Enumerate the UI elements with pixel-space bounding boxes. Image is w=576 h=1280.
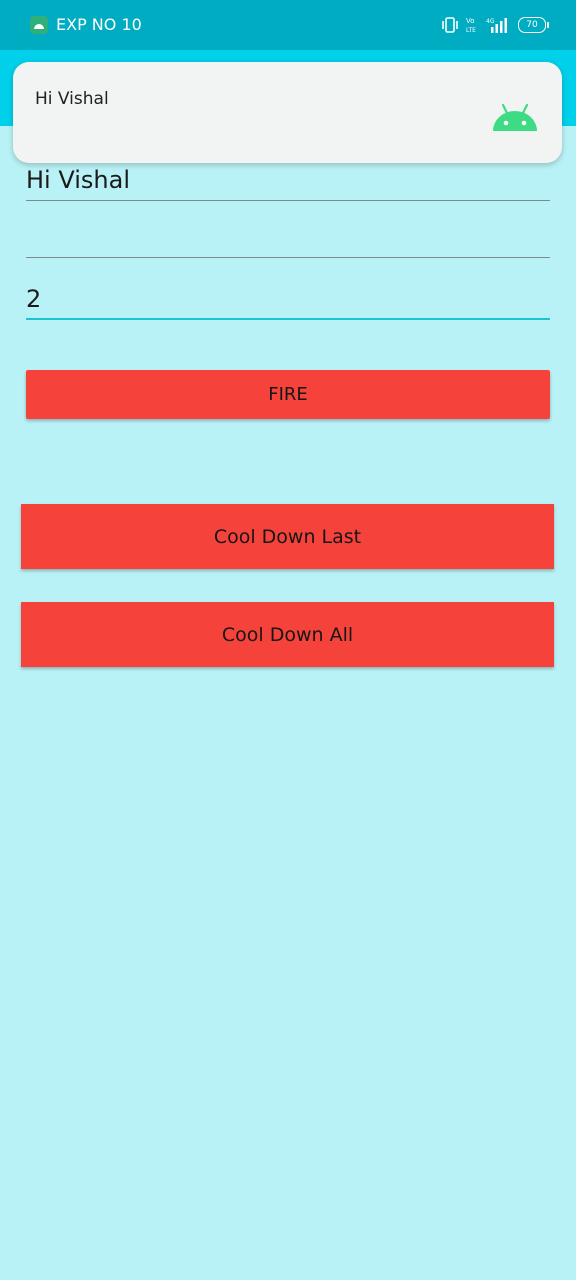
svg-text:4G: 4G xyxy=(486,18,495,25)
fire-button[interactable]: FIRE xyxy=(26,370,550,419)
battery-icon: 70 xyxy=(518,17,549,33)
volte-icon: Vo LTE xyxy=(466,16,478,34)
message-input[interactable]: Hi Vishal xyxy=(26,159,550,201)
svg-text:Vo: Vo xyxy=(466,17,475,25)
app-icon xyxy=(30,16,48,34)
status-title: EXP NO 10 xyxy=(56,15,142,34)
count-input[interactable]: 2 xyxy=(26,278,550,320)
notification-text: Hi Vishal xyxy=(35,89,109,109)
vibrate-icon xyxy=(442,17,458,33)
blank-input[interactable] xyxy=(26,216,550,258)
4g-signal-icon: 4G xyxy=(486,17,510,33)
android-icon xyxy=(492,102,538,134)
status-icons: Vo LTE 4G 70 xyxy=(442,14,549,36)
notification-card[interactable]: Hi Vishal xyxy=(13,62,562,163)
status-bar: EXP NO 10 Vo LTE 4G 70 xyxy=(0,0,576,50)
cool-down-last-button[interactable]: Cool Down Last xyxy=(21,504,554,569)
svg-text:LTE: LTE xyxy=(466,27,476,34)
cool-down-all-button[interactable]: Cool Down All xyxy=(21,602,554,667)
